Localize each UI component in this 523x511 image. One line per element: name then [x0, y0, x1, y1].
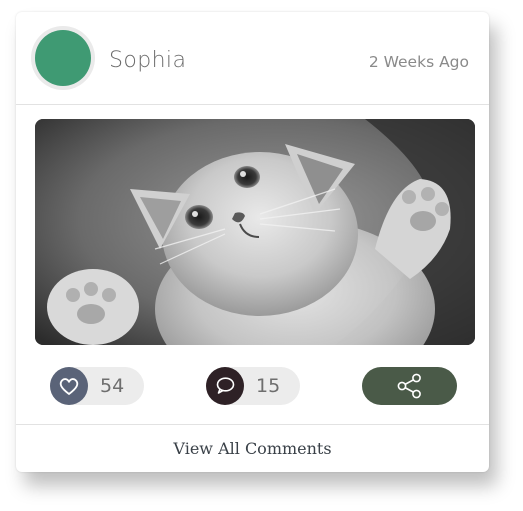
post-image[interactable]: [35, 119, 475, 345]
comment-icon-badge[interactable]: [206, 367, 244, 405]
post-card: Sophia 2 Weeks Ago 54 15 View All Commen…: [16, 12, 489, 472]
username[interactable]: Sophia: [109, 47, 186, 75]
kitten-photo: [35, 119, 475, 345]
share-icon: [397, 373, 421, 399]
like-icon-badge[interactable]: [50, 367, 88, 405]
comment-button[interactable]: 15: [206, 367, 300, 405]
comment-count: 15: [256, 375, 281, 397]
share-button[interactable]: [362, 367, 457, 405]
heart-icon: [59, 378, 79, 395]
like-count: 54: [100, 375, 125, 397]
avatar[interactable]: [35, 30, 91, 86]
view-all-comments-link[interactable]: View All Comments: [16, 439, 489, 459]
post-actions: 54 15: [16, 367, 489, 405]
post-header: Sophia 2 Weeks Ago: [16, 12, 489, 105]
post-timestamp: 2 Weeks Ago: [368, 53, 469, 71]
speech-bubble-icon: [216, 377, 235, 394]
like-button[interactable]: 54: [50, 367, 144, 405]
avatar-ring[interactable]: [31, 26, 95, 90]
post-footer: View All Comments: [16, 424, 489, 472]
